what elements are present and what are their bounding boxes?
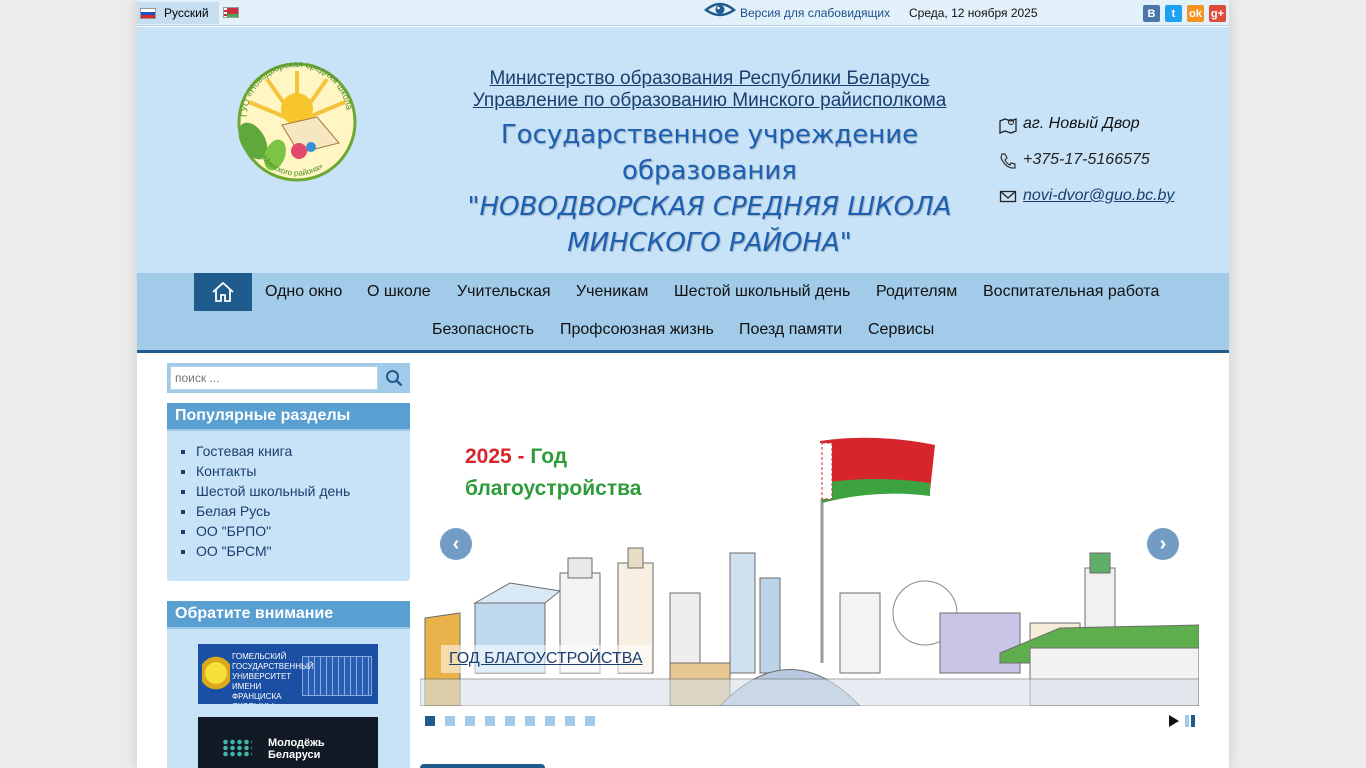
page: Русский Версия для слабовидящих Среда, 1… xyxy=(137,0,1229,768)
school-logo[interactable]: ГУО «Новодворская средняя школа Минского… xyxy=(227,47,367,187)
email-link[interactable]: novi-dvor@guo.bc.by xyxy=(1023,187,1174,205)
popular-link-brpo[interactable]: ОО "БРПО" xyxy=(196,523,271,539)
school-title-line1: Государственное учреждение образования xyxy=(500,120,919,186)
list-item[interactable]: Контакты xyxy=(196,463,410,483)
sun-emblem-icon xyxy=(202,650,230,696)
youth-of-belarus-banner[interactable]: Молодёжь Беларуси xyxy=(198,717,378,768)
ministry-block: Министерство образования Республики Бела… xyxy=(437,68,982,112)
phone-icon xyxy=(1000,153,1016,169)
popular-link-guestbook[interactable]: Гостевая книга xyxy=(196,443,292,459)
slider-dot[interactable] xyxy=(525,716,535,726)
nav-teachers-room[interactable]: Учительская xyxy=(457,283,551,301)
gomel-university-banner[interactable]: ГОМЕЛЬСКИЙ ГОСУДАРСТВЕННЫЙ УНИВЕРСИТЕТ И… xyxy=(198,644,378,704)
slide-year-word: Год xyxy=(530,445,568,468)
envelope-icon xyxy=(999,190,1017,203)
nav-sixth-school-day[interactable]: Шестой школьный день xyxy=(674,283,850,301)
content-tab[interactable] xyxy=(420,764,545,768)
popular-sections-title: Популярные разделы xyxy=(167,403,410,431)
nav-students[interactable]: Ученикам xyxy=(576,283,648,301)
slide-year-theme: благоустройства xyxy=(465,477,642,500)
address-row: аг. Новый Двор xyxy=(999,115,1174,151)
slider-dot[interactable] xyxy=(445,716,455,726)
department-link[interactable]: Управление по образованию Минского райис… xyxy=(437,90,982,112)
phone-row: +375-17-5166575 xyxy=(999,151,1174,187)
contacts-block: аг. Новый Двор +375-17-5166575 novi-dvor… xyxy=(999,115,1174,223)
slider-dot[interactable] xyxy=(565,716,575,726)
map-pin-icon xyxy=(999,118,1017,134)
odnoklassniki-share-icon[interactable]: ok xyxy=(1187,5,1204,22)
google-plus-share-icon[interactable]: g+ xyxy=(1209,5,1226,22)
main-nav: Одно окно О школе Учительская Ученикам Ш… xyxy=(137,273,1229,353)
search-button[interactable] xyxy=(380,366,408,390)
list-item[interactable]: ОО "БРСМ" xyxy=(196,543,410,563)
school-title: Государственное учреждение образования "… xyxy=(432,117,987,261)
language-label: Русский xyxy=(164,6,209,20)
slide-year-number: 2025 - xyxy=(465,445,525,468)
language-russian[interactable]: Русский xyxy=(137,2,219,24)
nav-one-window[interactable]: Одно окно xyxy=(265,283,342,301)
home-icon xyxy=(212,281,234,302)
slider-dot[interactable] xyxy=(485,716,495,726)
school-title-line2: "НОВОДВОРСКАЯ СРЕДНЯЯ ШКОЛА xyxy=(467,192,952,222)
nav-education-work[interactable]: Воспитательная работа xyxy=(983,283,1159,301)
popular-sections-box: Популярные разделы Гостевая книга Контак… xyxy=(167,403,410,581)
slider-prev-button[interactable]: ‹ xyxy=(440,528,472,560)
slider-next-button[interactable]: › xyxy=(1147,528,1179,560)
email-row: novi-dvor@guo.bc.by xyxy=(999,187,1174,223)
school-title-line3: МИНСКОГО РАЙОНА" xyxy=(567,228,852,258)
phone-text: +375-17-5166575 xyxy=(1023,151,1150,168)
vk-share-icon[interactable]: В xyxy=(1143,5,1160,22)
list-item[interactable]: Белая Русь xyxy=(196,503,410,523)
nav-memory-train[interactable]: Поезд памяти xyxy=(739,321,842,339)
russia-flag-icon xyxy=(140,7,156,19)
nav-about-school[interactable]: О школе xyxy=(367,283,431,301)
nav-trade-union[interactable]: Профсоюзная жизнь xyxy=(560,321,714,339)
address-text: аг. Новый Двор xyxy=(1023,115,1140,132)
slider-dot[interactable] xyxy=(465,716,475,726)
popular-sections-list: Гостевая книга Контакты Шестой школьный … xyxy=(196,443,410,563)
nav-safety[interactable]: Безопасность xyxy=(432,321,534,339)
chevron-left-icon: ‹ xyxy=(452,532,460,555)
nav-services[interactable]: Сервисы xyxy=(868,321,934,339)
slider-dot[interactable] xyxy=(585,716,595,726)
search-form xyxy=(167,363,410,393)
slider-dot[interactable] xyxy=(545,716,555,726)
chevron-right-icon: › xyxy=(1159,532,1167,555)
nav-parents[interactable]: Родителям xyxy=(876,283,957,301)
pause-icon[interactable] xyxy=(1184,715,1196,727)
home-button[interactable] xyxy=(194,273,252,311)
ministry-link[interactable]: Министерство образования Республики Бела… xyxy=(437,68,982,90)
attention-box: Обратите внимание ГОМЕЛЬСКИЙ ГОСУДАРСТВЕ… xyxy=(167,601,410,768)
site-header: ГУО «Новодворская средняя школа Минского… xyxy=(137,27,1229,273)
youth-banner-text: Молодёжь Беларуси xyxy=(268,737,325,761)
popular-link-sixth-day[interactable]: Шестой школьный день xyxy=(196,483,350,499)
eye-icon[interactable] xyxy=(704,1,736,21)
play-icon[interactable] xyxy=(1168,715,1180,727)
slide-caption-link[interactable]: ГОД БЛАГОУСТРОЙСТВА xyxy=(441,645,651,673)
low-vision-link[interactable]: Версия для слабовидящих xyxy=(740,6,890,20)
popular-link-brsm[interactable]: ОО "БРСМ" xyxy=(196,543,272,559)
search-input[interactable] xyxy=(170,366,378,390)
list-item[interactable]: Гостевая книга xyxy=(196,443,410,463)
list-item[interactable]: Шестой школьный день xyxy=(196,483,410,503)
image-slider[interactable]: 2025 - Год благоустройства ‹ › ГОД БЛАГО… xyxy=(420,363,1199,706)
slider-dot[interactable] xyxy=(505,716,515,726)
gomel-banner-text: ГОМЕЛЬСКИЙ ГОСУДАРСТВЕННЫЙ УНИВЕРСИТЕТ И… xyxy=(232,652,314,704)
slider-dot[interactable] xyxy=(425,716,435,726)
search-icon xyxy=(386,370,403,387)
attention-title: Обратите внимание xyxy=(167,601,410,629)
twitter-share-icon[interactable]: t xyxy=(1165,5,1182,22)
current-date: Среда, 12 ноября 2025 xyxy=(909,6,1038,20)
list-item[interactable]: ОО "БРПО" xyxy=(196,523,410,543)
slide-year-title: 2025 - Год благоустройства xyxy=(465,441,641,505)
dots-logo-icon xyxy=(222,739,252,757)
popular-link-belaya-rus[interactable]: Белая Русь xyxy=(196,503,270,519)
popular-link-contacts[interactable]: Контакты xyxy=(196,463,256,479)
top-bar: Русский Версия для слабовидящих Среда, 1… xyxy=(137,0,1229,26)
belarus-flag-icon[interactable] xyxy=(223,7,239,18)
